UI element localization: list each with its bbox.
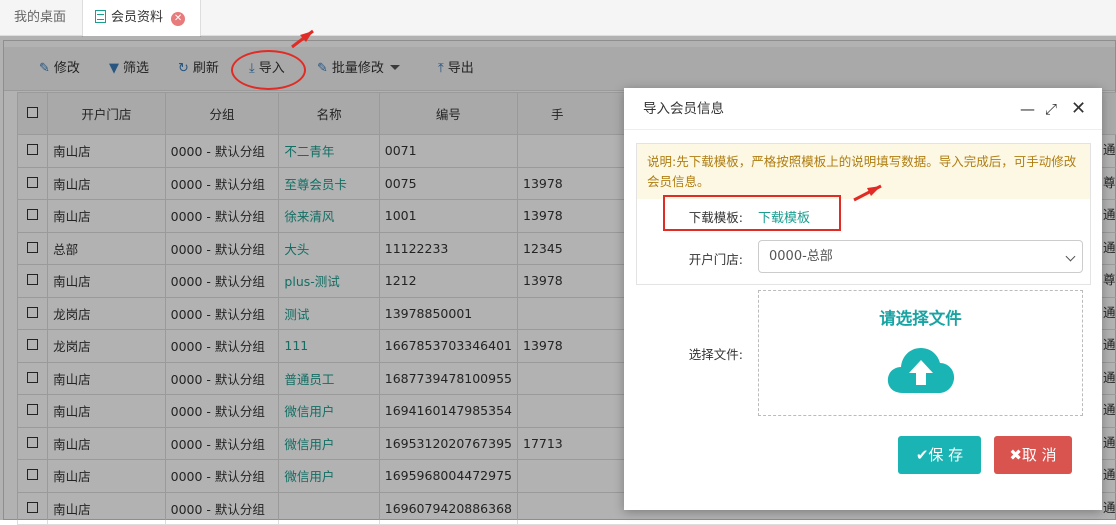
import-highlight-ellipse [231, 50, 306, 90]
file-upload-zone[interactable]: 请选择文件 [758, 290, 1083, 416]
cloud-upload-icon [885, 341, 957, 395]
instruction-notice: 说明:先下载模板，严格按照模板上的说明填写数据。导入完成后，可手动修改会员信息。 [637, 144, 1090, 199]
minimize-icon[interactable]: — [1020, 88, 1035, 130]
close-icon[interactable]: ✕ [1071, 88, 1086, 130]
tab-label: 会员资料 [111, 10, 163, 25]
x-icon: ✖ [1009, 446, 1022, 464]
store-select-value: 0000-总部 [769, 249, 833, 264]
check-icon: ✔ [916, 446, 929, 464]
template-highlight-box [663, 195, 841, 231]
tab-bar: 我的桌面 会员资料 ✕ [0, 0, 1116, 36]
store-label: 开户门店: [689, 249, 743, 268]
dialog-title: 导入会员信息 [643, 101, 724, 117]
close-icon[interactable]: ✕ [171, 12, 185, 26]
dialog-header: 导入会员信息 — ⤢ ✕ [624, 88, 1102, 130]
file-label: 选择文件: [689, 344, 743, 363]
maximize-icon[interactable]: ⤢ [1045, 88, 1057, 130]
import-member-dialog: 导入会员信息 — ⤢ ✕ 说明:先下载模板，严格按照模板上的说明填写数据。导入完… [624, 88, 1102, 510]
cancel-button[interactable]: ✖取 消 [994, 436, 1072, 474]
tab-member-info[interactable]: 会员资料 ✕ [82, 0, 201, 37]
save-button[interactable]: ✔保 存 [898, 436, 981, 474]
store-select[interactable]: 0000-总部 [758, 240, 1083, 273]
document-icon [95, 10, 106, 23]
file-upload-prompt: 请选择文件 [759, 305, 1082, 329]
tab-my-desktop[interactable]: 我的桌面 [0, 0, 80, 36]
chevron-down-icon [1066, 252, 1076, 262]
